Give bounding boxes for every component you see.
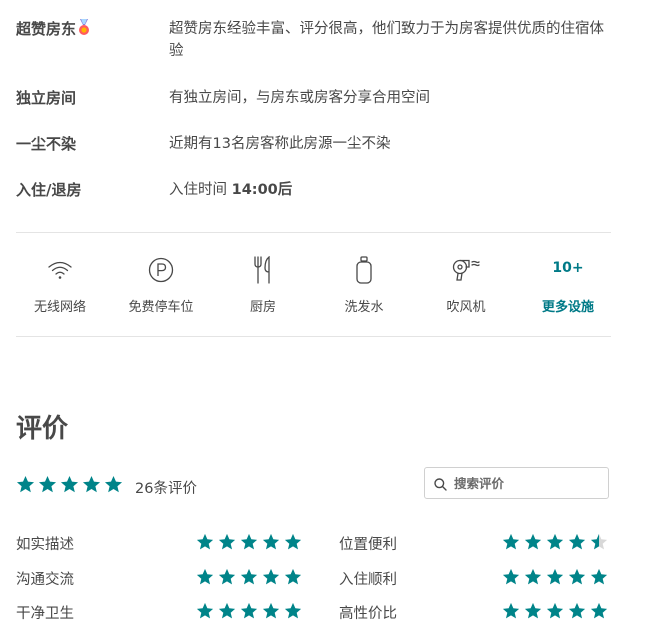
highlight-desc: 入住时间 14:00后: [169, 179, 609, 201]
highlight-desc: 有独立房间，与房东或房客分享合用空间: [169, 90, 430, 106]
rating-category-stars: [196, 533, 302, 551]
listing-details: 超赞房东 超赞房东经验丰富、评分很高，他们致力于为房客提供优质的住宿体验 独立房…: [0, 0, 648, 635]
star-icon: [240, 533, 258, 550]
more-amenities-label: 更多设施: [541, 300, 594, 315]
star-icon: [240, 602, 258, 619]
star-icon: [218, 568, 236, 585]
amenity-shampoo[interactable]: 洗发水: [314, 253, 414, 315]
star-icon: [590, 533, 608, 550]
rating-category-stars: [196, 568, 302, 586]
amenity-label: 厨房: [249, 300, 276, 315]
amenity-label: 洗发水: [344, 300, 384, 315]
star-icon: [262, 533, 280, 550]
star-icon: [590, 602, 608, 619]
rating-category-stars: [502, 568, 608, 586]
star-icon: [546, 568, 564, 585]
rating-category-label: 如实描述: [16, 537, 74, 553]
amenity-kitchen[interactable]: 厨房: [213, 253, 313, 315]
rating-category-label: 高性价比: [339, 606, 397, 622]
wifi-icon: [10, 253, 110, 287]
amenity-label: 无线网络: [33, 300, 86, 315]
star-icon: [60, 475, 79, 493]
rating-category-stars: [502, 602, 608, 620]
star-icon: [546, 533, 564, 550]
star-icon: [284, 602, 302, 619]
superhost-medal-icon: [78, 19, 90, 40]
star-icon: [284, 568, 302, 585]
star-icon: [524, 533, 542, 550]
star-icon: [262, 602, 280, 619]
star-icon: [590, 568, 608, 585]
star-icon: [196, 602, 214, 619]
amenity-label: 免费停车位: [128, 300, 194, 315]
amenity-parking[interactable]: 免费停车位: [111, 253, 211, 315]
star-icon: [196, 533, 214, 550]
star-icon: [568, 533, 586, 550]
star-icon: [502, 533, 520, 550]
amenity-label: 吹风机: [446, 300, 486, 315]
star-icon: [218, 602, 236, 619]
amenity-hair-dryer[interactable]: 吹风机: [416, 253, 516, 315]
parking-icon: [111, 253, 211, 287]
shampoo-bottle-icon: [314, 253, 414, 287]
star-icon: [38, 475, 57, 493]
star-icon: [568, 602, 586, 619]
star-icon: [502, 602, 520, 619]
star-icon: [568, 568, 586, 585]
star-icon: [262, 568, 280, 585]
highlight-desc: 近期有13名房客称此房源一尘不染: [169, 136, 391, 152]
rating-category-label: 位置便利: [339, 537, 397, 553]
hair-dryer-icon: [416, 253, 516, 287]
star-icon: [524, 568, 542, 585]
star-icon: [104, 475, 123, 493]
overall-rating-stars: [16, 475, 123, 494]
rating-category-label: 沟通交流: [16, 572, 74, 588]
star-icon: [82, 475, 101, 493]
more-amenities-count: 10+: [552, 260, 584, 276]
more-amenities-button[interactable]: 10+ 更多设施: [518, 253, 618, 315]
rating-category-stars: [196, 602, 302, 620]
checkin-label: 入住时间: [169, 182, 232, 198]
highlight-desc: 超赞房东经验丰富、评分很高，他们致力于为房客提供优质的住宿体验: [169, 21, 604, 59]
star-icon: [196, 568, 214, 585]
review-search-box[interactable]: [424, 467, 609, 499]
star-icon: [284, 533, 302, 550]
rating-category-stars: [502, 533, 608, 551]
checkin-time: 14:00后: [231, 182, 293, 198]
kitchen-utensils-icon: [213, 253, 313, 287]
divider: [16, 336, 611, 337]
star-icon: [218, 533, 236, 550]
divider: [16, 232, 611, 233]
highlight-title: 超赞房东: [16, 20, 77, 38]
star-icon: [16, 475, 35, 493]
star-icon: [524, 602, 542, 619]
star-icon: [502, 568, 520, 585]
amenity-wifi[interactable]: 无线网络: [10, 253, 110, 315]
search-icon: [434, 476, 447, 495]
rating-category-label: 干净卫生: [16, 606, 74, 622]
rating-category-label: 入住顺利: [339, 572, 397, 588]
star-icon: [240, 568, 258, 585]
star-icon: [546, 602, 564, 619]
review-search-input[interactable]: [454, 473, 604, 493]
highlight-title: 独立房间: [16, 89, 77, 107]
review-count: 26条评价: [135, 481, 197, 497]
highlight-title: 一尘不染: [16, 135, 77, 153]
highlight-title: 入住/退房: [16, 181, 82, 199]
reviews-title: 评价: [16, 414, 69, 444]
